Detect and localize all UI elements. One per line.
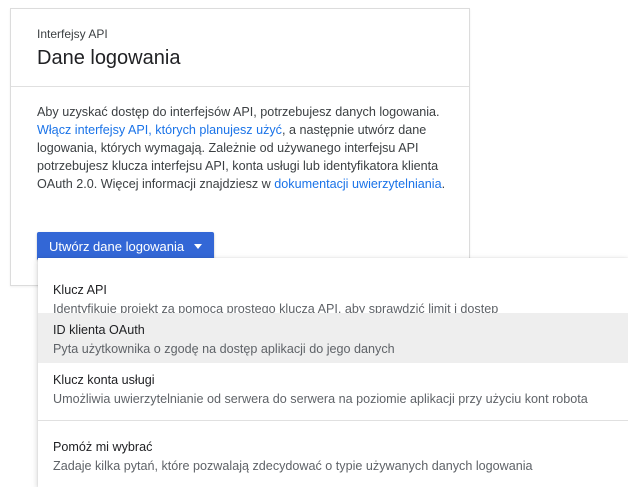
menu-item-service-account-key[interactable]: Klucz konta usługi Umożliwia uwierzyteln… (38, 372, 628, 407)
create-credentials-menu: Klucz API Identyfikuje projekt za pomocą… (38, 258, 628, 487)
menu-item-description: Pyta użytkownika o zgodę na dostęp aplik… (53, 342, 395, 356)
menu-item-description: Umożliwia uwierzytelnianie od serwera do… (53, 392, 588, 406)
card-body: Aby uzyskać dostęp do interfejsów API, p… (11, 87, 469, 193)
menu-item-help-me-choose[interactable]: Pomóż mi wybrać Zadaje kilka pytań, któr… (38, 439, 628, 474)
create-credentials-button[interactable]: Utwórz dane logowania (37, 232, 215, 260)
caret-down-icon (194, 243, 203, 249)
menu-divider (38, 420, 628, 421)
menu-item-title: ID klienta OAuth (53, 323, 145, 337)
auth-docs-link[interactable]: dokumentacji uwierzytelniania (274, 177, 441, 191)
description-text-1: Aby uzyskać dostęp do interfejsów API, p… (37, 105, 440, 119)
menu-item-title: Klucz konta usługi (53, 373, 155, 387)
menu-item-title: Pomóż mi wybrać (53, 440, 153, 454)
description-text-3: . (441, 177, 446, 191)
menu-item-title: Klucz API (53, 283, 107, 297)
create-credentials-label: Utwórz dane logowania (49, 238, 185, 254)
card-header: Interfejsy API Dane logowania (11, 9, 469, 87)
menu-item-oauth-client-id[interactable]: ID klienta OAuth Pyta użytkownika o zgod… (38, 313, 628, 363)
enable-apis-link[interactable]: Włącz interfejsy API, których planujesz … (37, 123, 282, 137)
credentials-card: Interfejsy API Dane logowania Aby uzyska… (10, 8, 470, 286)
menu-item-description: Zadaje kilka pytań, które pozwalają zdec… (53, 459, 533, 473)
page-title: Dane logowania (37, 47, 181, 69)
credentials-description: Aby uzyskać dostęp do interfejsów API, p… (37, 103, 462, 193)
menu-item-api-key[interactable]: Klucz API Identyfikuje projekt za pomocą… (38, 282, 628, 317)
breadcrumb-eyebrow: Interfejsy API (37, 27, 108, 41)
